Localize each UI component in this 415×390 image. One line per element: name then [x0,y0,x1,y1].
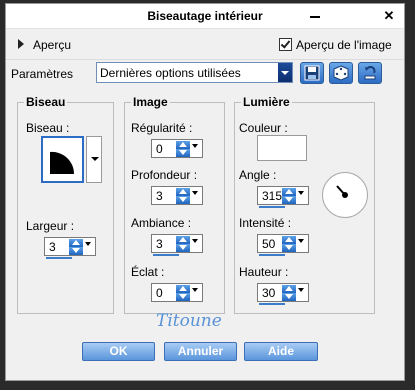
intensity-slider-bar[interactable] [259,254,285,256]
height-decrement-button[interactable] [282,293,296,301]
dice-icon [333,65,349,81]
smoothness-increment-button[interactable] [176,141,190,149]
expand-arrow-icon[interactable] [18,39,24,49]
shininess-label: Éclat : [131,265,165,279]
intensity-stepper[interactable]: 50 [257,234,309,256]
intensity-label: Intensité : [239,216,292,230]
chevron-down-icon[interactable] [278,63,292,82]
shininess-stepper[interactable]: 0 [151,283,203,302]
depth-decrement-button[interactable] [176,196,190,204]
width-value: 3 [49,240,56,254]
angle-label: Angle : [239,168,277,182]
angle-dropdown-icon[interactable] [298,191,304,195]
ambience-increment-button[interactable] [176,236,190,244]
depth-increment-button[interactable] [176,188,190,196]
bevel-shape-preview[interactable] [41,136,84,183]
close-button[interactable]: ✕ [378,7,400,25]
watermark-signature: Titoune [156,311,222,331]
height-slider-bar[interactable] [259,303,285,305]
light-color-swatch[interactable] [257,135,307,161]
width-dropdown-icon[interactable] [85,242,91,246]
bevel-label: Biseau : [26,121,70,135]
width-decrement-button[interactable] [69,247,83,255]
angle-dial-needle-icon [336,185,348,198]
minimize-button[interactable] [304,7,326,25]
shininess-decrement-button[interactable] [176,293,190,301]
smoothness-stepper[interactable]: 0 [151,139,203,158]
intensity-dropdown-icon[interactable] [298,239,304,243]
ambience-decrement-button[interactable] [176,244,190,252]
preview-toggle-label[interactable]: Aperçu [33,38,71,52]
titlebar: Biseautage intérieur ✕ [6,4,404,29]
light-group-title: Lumière [241,95,292,109]
height-value: 30 [262,286,276,300]
angle-stepper[interactable]: 315 [257,186,309,208]
check-icon [280,38,291,49]
smoothness-label: Régularité : [131,121,193,135]
width-increment-button[interactable] [69,239,83,247]
shininess-dropdown-icon[interactable] [192,288,198,292]
depth-stepper[interactable]: 3 [151,186,203,205]
image-group-title: Image [131,95,170,109]
presets-label: Paramètres [11,67,74,81]
width-stepper[interactable]: 3 [44,237,96,259]
ambience-dropdown-icon[interactable] [192,239,198,243]
width-slider-bar[interactable] [46,257,72,259]
presets-select[interactable]: Dernières options utilisées [96,62,293,83]
presets-selected-value: Dernières options utilisées [100,66,241,80]
ambience-label: Ambiance : [131,216,192,230]
bevel-dropdown-button[interactable] [86,136,102,183]
cancel-button[interactable]: Annuler [164,342,237,361]
angle-dial[interactable] [322,172,368,218]
smoothness-value: 0 [156,142,163,156]
depth-dropdown-icon[interactable] [192,191,198,195]
angle-slider-bar[interactable] [259,206,285,208]
save-preset-button[interactable] [300,62,324,84]
height-dropdown-icon[interactable] [298,288,304,292]
reset-button[interactable] [358,62,382,84]
window-title: Biseautage intérieur [147,9,263,23]
depth-label: Profondeur : [131,168,198,182]
angle-increment-button[interactable] [282,188,296,196]
ambience-stepper[interactable]: 3 [151,234,203,256]
reset-icon [364,66,376,80]
ambience-value: 3 [156,237,163,251]
height-stepper[interactable]: 30 [257,283,309,305]
width-label: Largeur : [26,219,75,233]
randomize-button[interactable] [329,62,353,84]
depth-value: 3 [156,189,163,203]
help-button[interactable]: Aide [244,342,318,361]
intensity-value: 50 [262,237,276,251]
preview-row: Aperçu Aperçu de l'image [6,30,404,60]
height-label: Hauteur : [239,265,289,279]
smoothness-decrement-button[interactable] [176,149,190,157]
ambience-slider-bar[interactable] [153,254,179,256]
preview-checkbox[interactable] [279,38,292,51]
smoothness-dropdown-icon[interactable] [192,144,198,148]
ok-button[interactable]: OK [82,342,155,361]
intensity-decrement-button[interactable] [282,244,296,252]
height-increment-button[interactable] [282,285,296,293]
save-icon [304,65,320,81]
shininess-value: 0 [156,286,163,300]
intensity-increment-button[interactable] [282,236,296,244]
bevel-quarter-circle-icon [50,151,75,174]
shininess-increment-button[interactable] [176,285,190,293]
preview-checkbox-label[interactable]: Aperçu de l'image [296,38,392,52]
color-label: Couleur : [239,121,288,135]
bevel-group-title: Biseau [24,95,68,109]
angle-decrement-button[interactable] [282,196,296,204]
angle-value: 315 [262,189,283,203]
